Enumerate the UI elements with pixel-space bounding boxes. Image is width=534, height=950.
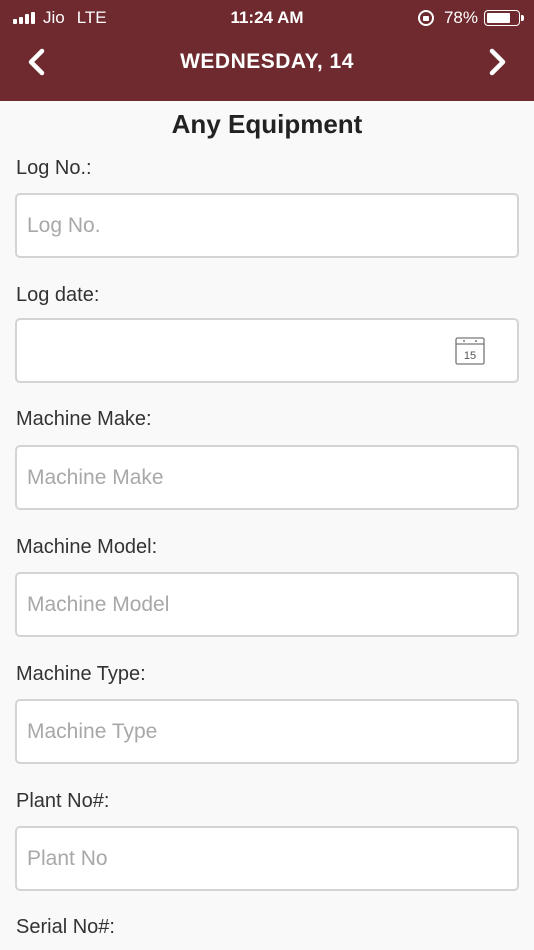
log-no-field[interactable] [15,193,519,258]
machine-make-input[interactable] [17,447,517,508]
machine-type-label: Machine Type: [16,663,146,685]
plant-no-label: Plant No#: [16,790,110,812]
machine-make-field[interactable] [15,445,519,510]
app-header: Jio LTE 11:24 AM 78% WEDNESDAY, 14 [0,0,534,101]
serial-no-label: Serial No#: [16,916,115,938]
log-no-label: Log No.: [16,157,92,179]
log-date-input[interactable] [17,320,517,381]
machine-make-label: Machine Make: [16,408,152,430]
svg-text:15: 15 [464,350,476,362]
machine-type-field[interactable] [15,699,519,764]
battery-icon [484,10,524,26]
rotation-lock-icon [417,10,434,26]
machine-model-field[interactable] [15,572,519,637]
status-right: 78% [417,8,524,28]
current-date-title: WEDNESDAY, 14 [180,50,354,73]
date-navigation: WEDNESDAY, 14 [0,36,534,101]
chevron-right-icon[interactable] [482,47,512,77]
plant-no-field[interactable] [15,826,519,891]
log-date-field[interactable]: 15 [15,318,519,383]
status-bar: Jio LTE 11:24 AM 78% [0,0,534,36]
form-title: Any Equipment [171,109,363,139]
battery-percentage: 78% [443,8,478,27]
calendar-icon[interactable]: 15 [455,335,485,365]
machine-model-input[interactable] [17,574,517,635]
log-date-label: Log date: [16,284,100,306]
plant-no-input[interactable] [17,828,517,889]
log-no-input[interactable] [17,195,517,256]
machine-model-label: Machine Model: [16,536,158,558]
machine-type-input[interactable] [17,701,517,762]
